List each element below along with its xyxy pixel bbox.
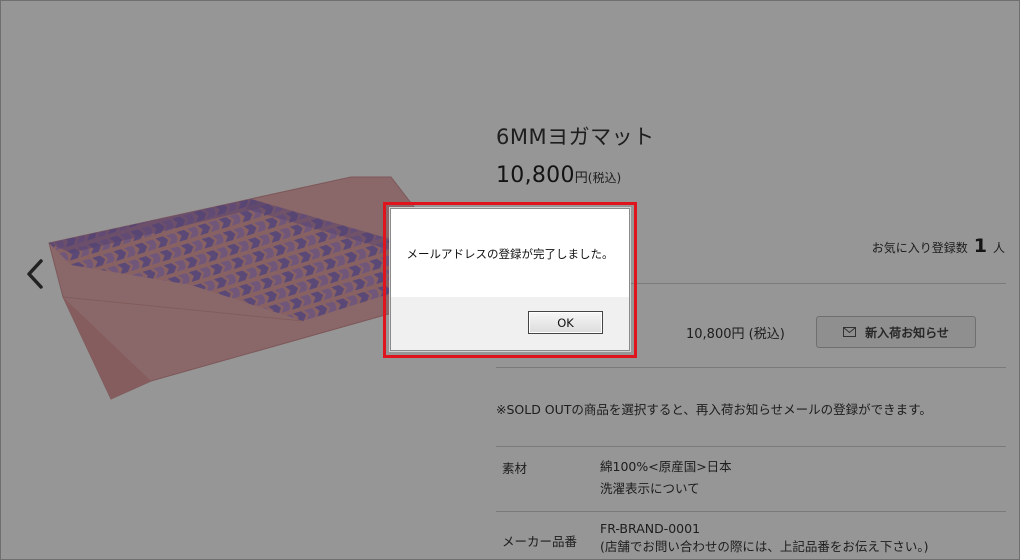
- dialog-message: メールアドレスの登録が完了しました。: [406, 247, 614, 261]
- ok-button[interactable]: OK: [528, 311, 603, 334]
- dialog-body: メールアドレスの登録が完了しました。: [391, 209, 629, 297]
- alert-dialog: メールアドレスの登録が完了しました。 OK: [390, 208, 630, 351]
